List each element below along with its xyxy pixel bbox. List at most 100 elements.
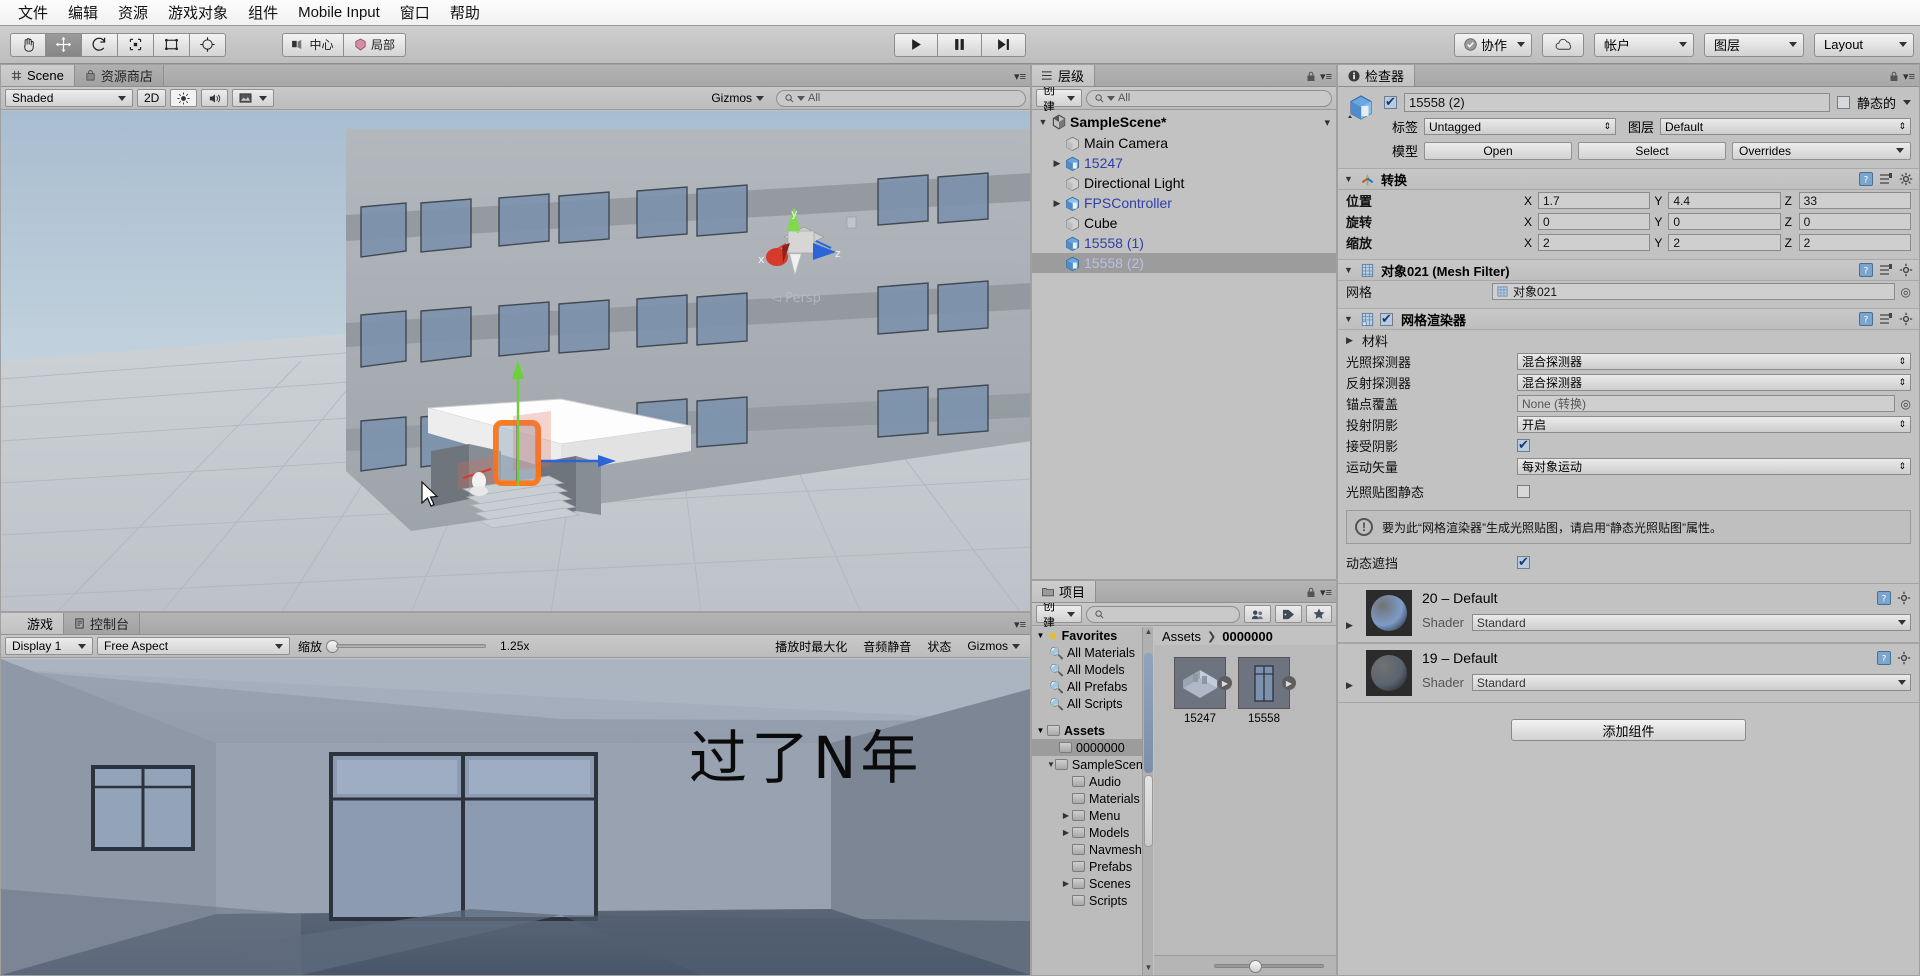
materials-foldout-row[interactable]: ▶ 材料 [1338, 330, 1919, 351]
hand-tool-button[interactable] [10, 32, 46, 57]
transform-tool-button[interactable] [190, 32, 226, 57]
cast-shadows-dropdown[interactable]: 开启 ⇕ [1517, 416, 1911, 433]
mesh-object-field[interactable]: 对象021 [1492, 283, 1895, 300]
help-icon[interactable]: ? [1859, 312, 1873, 326]
expand-arrow-icon[interactable]: ▶ [1060, 828, 1072, 837]
menu-item-gameobject[interactable]: 游戏对象 [158, 0, 238, 26]
scroll-down-arrow-icon[interactable]: ▼ [1143, 963, 1154, 975]
hierarchy-item[interactable]: Main Camera [1032, 133, 1336, 153]
hierarchy-scene-root[interactable]: ▼ SampleScene* ▾ [1032, 111, 1336, 133]
tab-asset-store[interactable]: 资源商店 [74, 65, 164, 86]
expand-arrow-icon[interactable]: ▶ [1060, 879, 1072, 888]
menu-item-component[interactable]: 组件 [238, 0, 288, 26]
game-viewport[interactable]: 过了N年 [1, 659, 1030, 975]
menu-item-window[interactable]: 窗口 [390, 0, 440, 26]
project-filter-type-button[interactable] [1244, 605, 1271, 623]
project-tree-item[interactable]: Materials [1032, 790, 1142, 807]
mesh-renderer-enabled-checkbox[interactable] [1380, 311, 1393, 327]
expand-arrow-icon[interactable]: ▼ [1344, 265, 1354, 275]
position-x-input[interactable]: 1.7 [1538, 192, 1651, 209]
hierarchy-panel-menu-button[interactable]: ▾≡ [1306, 70, 1332, 83]
add-component-button[interactable]: 添加组件 [1511, 719, 1746, 741]
mesh-picker-icon[interactable]: ◎ [1901, 285, 1911, 299]
help-icon[interactable]: ? [1877, 651, 1891, 665]
asset-item[interactable]: ▶ 15247 [1174, 657, 1232, 725]
display-dropdown[interactable]: Display 1 [5, 637, 93, 655]
expand-arrow-icon[interactable]: ▼ [1047, 760, 1055, 769]
menu-item-assets[interactable]: 资源 [108, 0, 158, 26]
chevron-down-icon[interactable] [1903, 100, 1911, 105]
rotation-x-input[interactable]: 0 [1538, 213, 1651, 230]
scene-viewport[interactable]: x y z ◅ Persp [1, 111, 1030, 611]
shader-dropdown[interactable]: Standard [1471, 614, 1911, 631]
hierarchy-item[interactable]: Directional Light [1032, 173, 1336, 193]
expand-arrow-icon[interactable]: ▼ [1036, 117, 1050, 127]
preset-icon[interactable] [1879, 263, 1893, 277]
model-overrides-dropdown[interactable]: Overrides [1732, 141, 1911, 160]
gear-icon[interactable] [1899, 172, 1913, 186]
game-gizmos-dropdown[interactable]: Gizmos [961, 637, 1026, 655]
tab-console[interactable]: 控制台 [64, 613, 141, 634]
asset-thumbnail-size-slider[interactable] [1154, 955, 1336, 975]
light-probes-dropdown[interactable]: 混合探测器 ⇕ [1517, 353, 1911, 370]
stats-toggle[interactable]: 状态 [921, 637, 957, 655]
collab-button[interactable]: 协作 [1453, 32, 1532, 57]
gear-icon[interactable] [1899, 263, 1913, 277]
scene-panel-menu-button[interactable]: ▾≡ [1014, 70, 1026, 83]
expand-arrow-icon[interactable]: ▶ [1346, 680, 1356, 691]
help-icon[interactable]: ? [1859, 263, 1873, 277]
rect-tool-button[interactable] [154, 32, 190, 57]
gear-icon[interactable] [1897, 591, 1911, 605]
project-favorites-root[interactable]: ▼ ★ Favorites [1032, 627, 1142, 644]
motion-vectors-dropdown[interactable]: 每对象运动 ⇕ [1517, 458, 1911, 475]
project-tree-item[interactable]: Audio [1032, 773, 1142, 790]
project-create-button[interactable]: 创建 [1036, 599, 1082, 630]
menu-item-edit[interactable]: 编辑 [58, 0, 108, 26]
project-tree-item[interactable]: ▶ Menu [1032, 807, 1142, 824]
gear-icon[interactable] [1897, 651, 1911, 665]
tab-inspector[interactable]: 检查器 [1338, 65, 1416, 86]
project-tree-item[interactable]: Navmesh [1032, 841, 1142, 858]
project-tree-item[interactable]: 0000000 [1032, 739, 1142, 756]
project-tree-item[interactable]: Scripts [1032, 892, 1142, 909]
scene-fx-toggle[interactable] [232, 89, 275, 107]
scale-x-input[interactable]: 2 [1538, 234, 1651, 251]
move-tool-button[interactable] [46, 32, 82, 57]
project-tree-item[interactable]: ▼ SampleScene [1032, 756, 1142, 773]
rotation-z-input[interactable]: 0 [1798, 213, 1911, 230]
model-select-button[interactable]: Select [1578, 141, 1726, 160]
scale-z-input[interactable]: 2 [1798, 234, 1911, 251]
inspector-panel-menu-button[interactable]: ▾≡ [1889, 70, 1915, 83]
pause-button[interactable] [938, 32, 982, 57]
tab-game[interactable]: 游戏 [1, 613, 65, 634]
tab-project[interactable]: 项目 [1032, 581, 1097, 602]
hierarchy-item[interactable]: ▶ 15247 [1032, 153, 1336, 173]
help-icon[interactable]: ? [1877, 591, 1891, 605]
layout-button[interactable]: Layout [1814, 32, 1914, 57]
project-panel-menu-button[interactable]: ▾≡ [1306, 586, 1332, 599]
scroll-up-arrow-icon[interactable]: ▲ [1143, 627, 1154, 639]
model-open-button[interactable]: Open [1424, 141, 1572, 160]
object-name-input[interactable]: 15558 (2) [1404, 93, 1830, 112]
transform-component-header[interactable]: ▼ 转换 ? [1338, 168, 1919, 190]
expand-arrow-icon[interactable]: ▼ [1034, 631, 1047, 640]
scroll-thumb-2[interactable] [1144, 775, 1153, 847]
layers-button[interactable]: 图层 [1704, 32, 1804, 57]
scale-y-input[interactable]: 2 [1668, 234, 1781, 251]
menu-item-file[interactable]: 文件 [8, 0, 58, 26]
project-favorite-item[interactable]: 🔍 All Models [1032, 661, 1142, 678]
scene-lighting-toggle[interactable] [170, 89, 198, 107]
project-favorite-item[interactable]: 🔍 All Materials [1032, 644, 1142, 661]
prefab-expand-icon[interactable]: ▶ [1282, 676, 1296, 690]
preset-icon[interactable] [1879, 312, 1893, 326]
hierarchy-item[interactable]: Cube [1032, 213, 1336, 233]
object-enabled-checkbox[interactable] [1384, 94, 1397, 110]
project-tree-scrollbar[interactable]: ▲ ▼ [1142, 627, 1153, 975]
position-z-input[interactable]: 33 [1798, 192, 1911, 209]
reflection-probes-dropdown[interactable]: 混合探测器 ⇕ [1517, 374, 1911, 391]
expand-arrow-icon[interactable]: ▶ [1346, 335, 1356, 346]
project-tree-item[interactable]: ▶ Models [1032, 824, 1142, 841]
gear-icon[interactable] [1899, 312, 1913, 326]
project-favorite-item[interactable]: 🔍 All Prefabs [1032, 678, 1142, 695]
maximize-on-play-toggle[interactable]: 播放时最大化 [769, 637, 853, 655]
